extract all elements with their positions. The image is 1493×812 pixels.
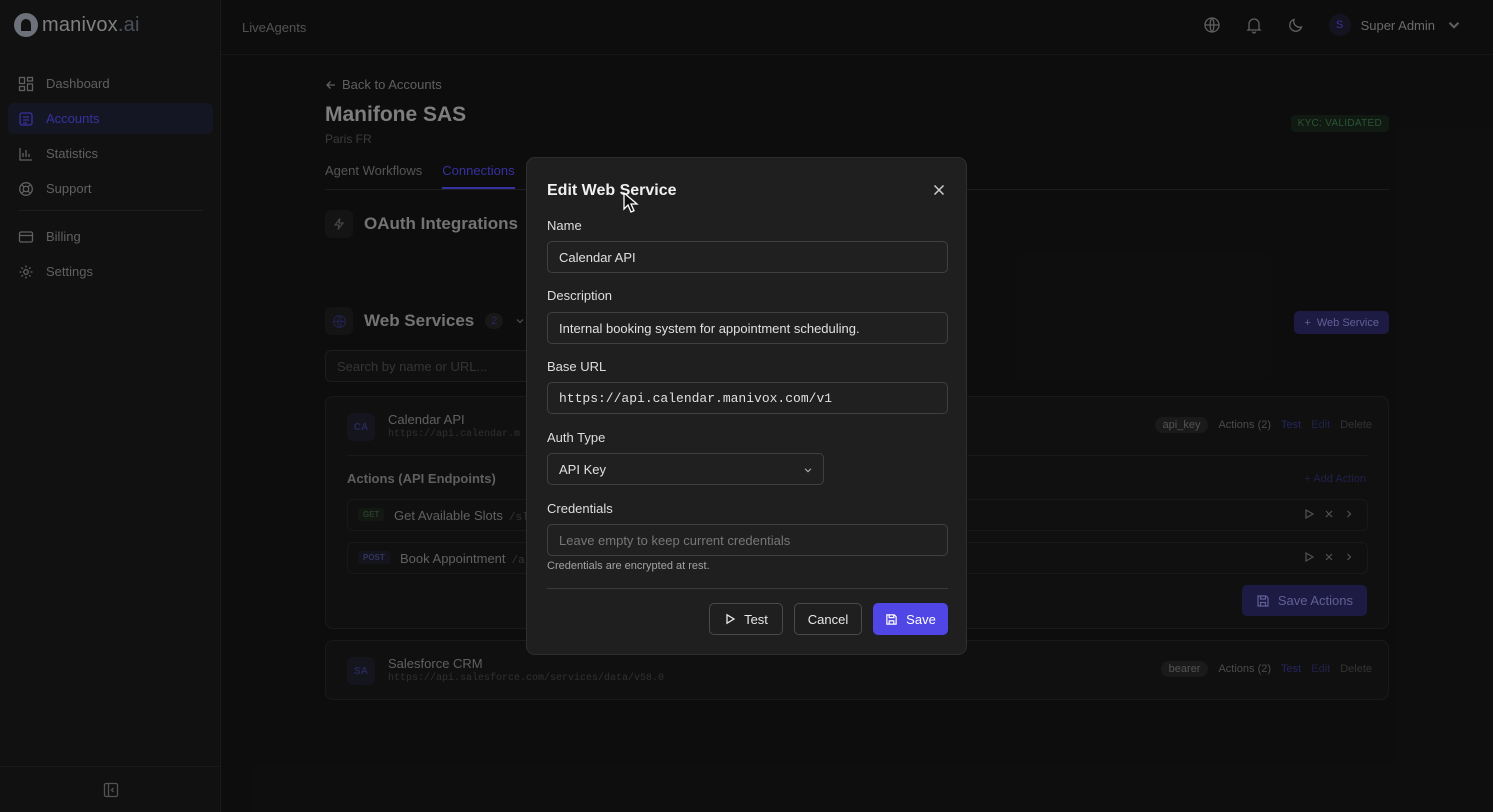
base-url-label: Base URL bbox=[547, 359, 607, 374]
test-button[interactable]: Test bbox=[709, 603, 783, 635]
auth-type-value: API Key bbox=[559, 462, 606, 477]
credentials-field[interactable]: Leave empty to keep current credentials bbox=[547, 524, 948, 556]
chevron-down-icon bbox=[804, 468, 812, 473]
save-label: Save bbox=[906, 611, 936, 627]
name-field[interactable]: Calendar API bbox=[547, 241, 948, 273]
close-icon bbox=[933, 184, 945, 196]
cancel-button[interactable]: Cancel bbox=[794, 603, 862, 635]
base-url-field[interactable]: https://api.calendar.manivox.com/v1 bbox=[547, 382, 948, 414]
test-label: Test bbox=[744, 611, 768, 627]
description-label: Description bbox=[547, 288, 613, 303]
credentials-hint: Credentials are encrypted at rest. bbox=[547, 560, 710, 572]
close-button[interactable] bbox=[932, 183, 946, 202]
play-icon bbox=[726, 613, 736, 625]
save-button[interactable]: Save bbox=[873, 603, 948, 635]
credentials-label: Credentials bbox=[547, 501, 613, 516]
edit-web-service-dialog: Edit Web Service Name Calendar API Descr… bbox=[526, 157, 967, 655]
dialog-divider bbox=[547, 588, 948, 589]
description-field[interactable]: Internal booking system for appointment … bbox=[547, 312, 948, 344]
dialog-title: Edit Web Service bbox=[547, 182, 677, 199]
auth-type-label: Auth Type bbox=[547, 430, 606, 445]
mouse-cursor-icon bbox=[623, 192, 639, 213]
save-icon bbox=[886, 613, 897, 625]
name-label: Name bbox=[547, 218, 582, 233]
auth-type-select[interactable]: API Key bbox=[547, 453, 824, 485]
